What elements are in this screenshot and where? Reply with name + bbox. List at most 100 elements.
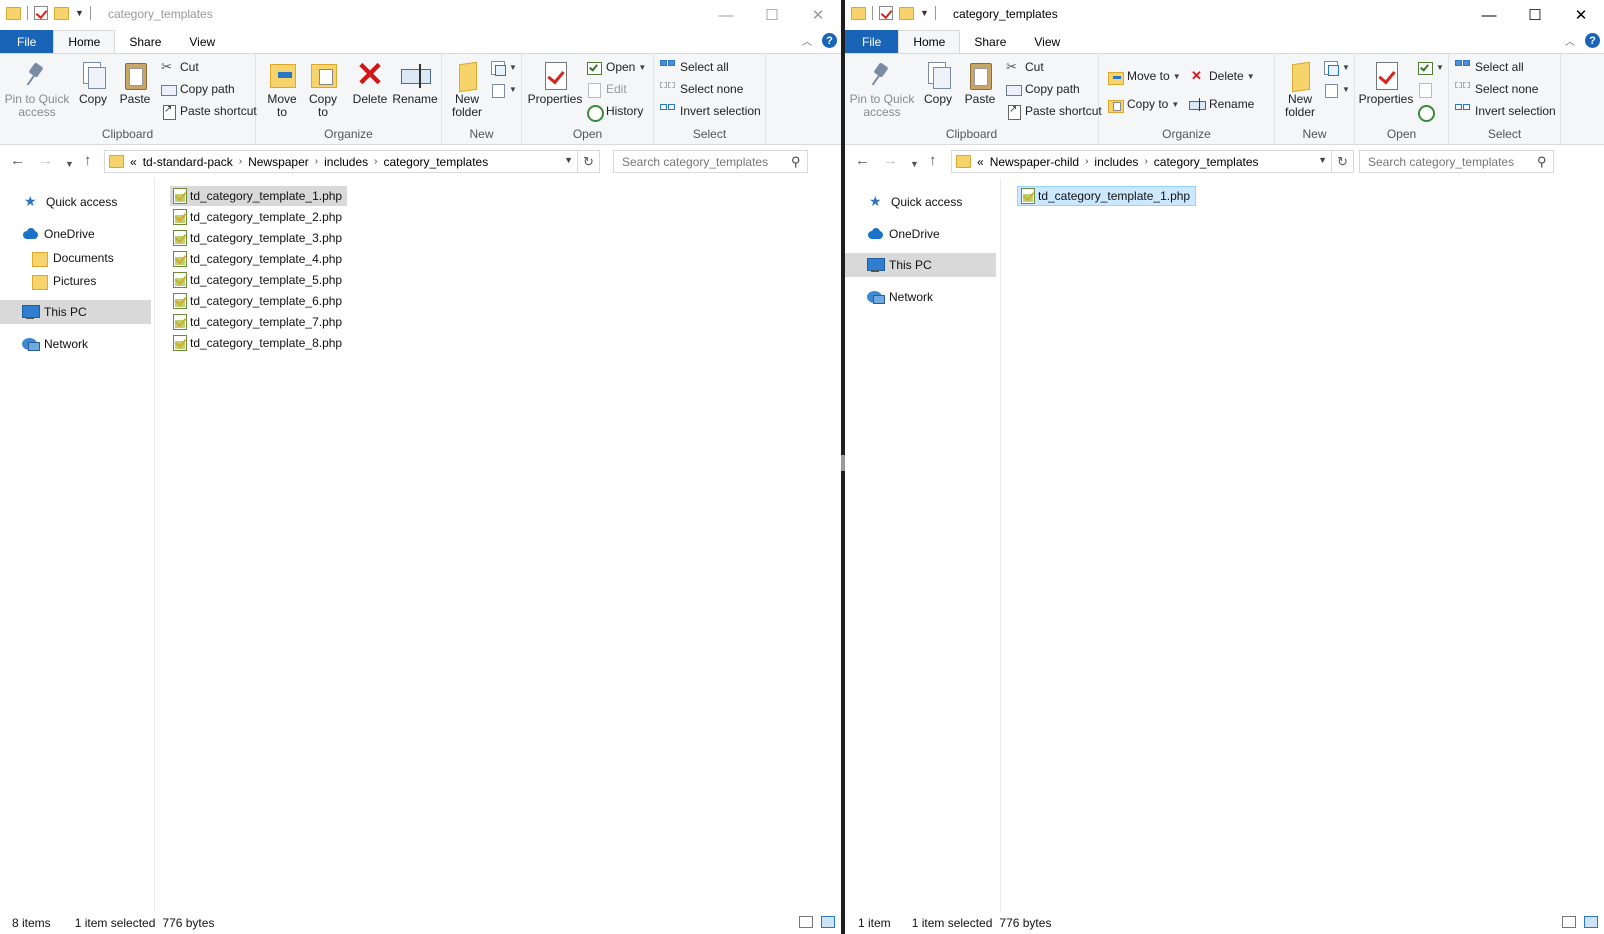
copy-button[interactable]: Copy xyxy=(74,60,112,106)
file-item[interactable]: td_category_template_6.php xyxy=(170,291,347,311)
tab-view[interactable]: View xyxy=(1020,30,1074,53)
invert-selection-button[interactable]: Invert selection xyxy=(660,101,761,121)
new-folder-icon[interactable] xyxy=(899,6,914,20)
search-input[interactable]: Search category_templates ⚲ xyxy=(613,150,808,173)
chevron-right-icon[interactable]: › xyxy=(1085,156,1088,167)
nav-item-documents[interactable]: Documents xyxy=(0,246,154,270)
tab-share[interactable]: Share xyxy=(115,30,175,53)
cut-button[interactable]: Cut xyxy=(1005,57,1044,77)
edit-button[interactable]: Edit xyxy=(586,79,627,99)
properties-button[interactable]: Properties xyxy=(526,60,584,106)
properties-check-icon[interactable] xyxy=(34,6,48,20)
file-item[interactable]: td_category_template_5.php xyxy=(170,270,347,290)
recent-locations-icon[interactable]: ▼ xyxy=(65,156,74,172)
help-icon[interactable]: ? xyxy=(822,33,837,48)
recent-locations-icon[interactable]: ▼ xyxy=(910,156,919,172)
select-all-button[interactable]: Select all xyxy=(1455,57,1524,77)
nav-item-quick-access[interactable]: Quick access xyxy=(0,190,154,214)
history-button[interactable]: History xyxy=(586,101,643,122)
up-button[interactable]: ↑ xyxy=(929,153,937,169)
tab-home[interactable]: Home xyxy=(53,30,116,53)
file-item[interactable]: td_category_template_7.php xyxy=(170,312,347,332)
maximize-button[interactable]: ☐ xyxy=(749,0,795,30)
refresh-button[interactable]: ↻ xyxy=(1331,151,1353,172)
back-button[interactable]: ← xyxy=(855,153,870,169)
select-none-button[interactable]: Select none xyxy=(1455,79,1538,99)
breadcrumb-includes[interactable]: includes xyxy=(324,155,368,169)
help-icon[interactable]: ? xyxy=(1585,33,1600,48)
chevron-right-icon[interactable]: › xyxy=(315,156,318,167)
nav-item-this-pc[interactable]: This PC xyxy=(845,253,996,277)
chevron-right-icon[interactable]: › xyxy=(1144,156,1147,167)
nav-item-network[interactable]: Network xyxy=(845,285,1000,309)
tab-file[interactable]: File xyxy=(0,30,54,53)
select-all-button[interactable]: Select all xyxy=(660,57,729,77)
customize-toolbar-dropdown-icon[interactable]: ▼ xyxy=(75,8,84,18)
up-button[interactable]: ↑ xyxy=(84,153,92,169)
breadcrumb-td-standard-pack[interactable]: td-standard-pack xyxy=(143,155,233,169)
breadcrumb-overflow[interactable]: « xyxy=(977,155,984,169)
minimize-button[interactable]: — xyxy=(703,0,749,30)
file-item[interactable]: td_category_template_3.php xyxy=(170,228,347,248)
chevron-right-icon[interactable]: › xyxy=(374,156,377,167)
nav-item-pictures[interactable]: Pictures xyxy=(0,269,154,293)
new-folder-icon[interactable] xyxy=(54,6,69,20)
new-folder-button[interactable]: New folder xyxy=(1281,60,1319,119)
breadcrumb-newspaper[interactable]: Newspaper xyxy=(248,155,309,169)
refresh-button[interactable]: ↻ xyxy=(577,151,599,172)
paste-shortcut-button[interactable]: Paste shortcut xyxy=(160,101,257,121)
tab-view[interactable]: View xyxy=(175,30,229,53)
file-item[interactable]: td_category_template_2.php xyxy=(170,207,347,227)
cut-button[interactable]: Cut xyxy=(160,57,199,77)
move-to-button[interactable]: Move to xyxy=(262,60,302,119)
edit-button[interactable] xyxy=(1417,79,1433,99)
collapse-ribbon-icon[interactable]: ︿ xyxy=(1565,33,1575,48)
move-to-button[interactable]: Move to ▼ xyxy=(1107,66,1181,86)
file-item[interactable]: td_category_template_4.php xyxy=(170,249,347,269)
large-icons-view-icon[interactable] xyxy=(821,916,835,928)
minimize-button[interactable]: — xyxy=(1466,0,1512,30)
breadcrumb-category-templates[interactable]: category_templates xyxy=(1154,155,1259,169)
invert-selection-button[interactable]: Invert selection xyxy=(1455,101,1556,121)
select-none-button[interactable]: Select none xyxy=(660,79,743,99)
pin-to-quick-access-button[interactable]: Pin to Quick access xyxy=(849,60,915,119)
pin-to-quick-access-button[interactable]: Pin to Quick access xyxy=(4,60,70,119)
address-bar[interactable]: « td-standard-pack › Newspaper › include… xyxy=(104,150,600,173)
forward-button[interactable]: → xyxy=(883,153,898,169)
copy-path-button[interactable]: Copy path xyxy=(1005,79,1080,99)
copy-to-button[interactable]: Copy to xyxy=(303,60,343,119)
easy-access-button[interactable]: ▼ xyxy=(490,79,517,99)
chevron-right-icon[interactable]: › xyxy=(239,156,242,167)
address-history-dropdown-icon[interactable]: ▼ xyxy=(1318,155,1327,165)
nav-item-quick-access[interactable]: Quick access xyxy=(845,190,1000,214)
delete-button[interactable]: ✕ Delete xyxy=(350,58,390,106)
rename-button[interactable]: Rename xyxy=(1189,94,1254,114)
properties-button[interactable]: Properties xyxy=(1357,60,1415,106)
nav-item-network[interactable]: Network xyxy=(0,332,154,356)
tab-share[interactable]: Share xyxy=(960,30,1020,53)
properties-check-icon[interactable] xyxy=(879,6,893,20)
new-folder-button[interactable]: New folder xyxy=(448,60,486,119)
open-button[interactable]: ▼ xyxy=(1417,57,1444,77)
tab-home[interactable]: Home xyxy=(898,30,961,53)
new-item-button[interactable]: ▼ xyxy=(490,57,517,77)
breadcrumb-newspaper-child[interactable]: Newspaper-child xyxy=(990,155,1079,169)
history-button[interactable] xyxy=(1417,101,1435,122)
forward-button[interactable]: → xyxy=(38,153,53,169)
breadcrumb-overflow[interactable]: « xyxy=(130,155,137,169)
breadcrumb-includes[interactable]: includes xyxy=(1094,155,1138,169)
file-item[interactable]: td_category_template_1.php xyxy=(1017,186,1197,206)
copy-button[interactable]: Copy xyxy=(919,60,957,106)
back-button[interactable]: ← xyxy=(10,153,25,169)
file-item[interactable]: td_category_template_1.php xyxy=(170,186,348,206)
new-item-button[interactable]: ▼ xyxy=(1323,57,1350,77)
details-view-icon[interactable] xyxy=(799,916,813,928)
paste-shortcut-button[interactable]: Paste shortcut xyxy=(1005,101,1102,121)
easy-access-button[interactable]: ▼ xyxy=(1323,79,1350,99)
collapse-ribbon-icon[interactable]: ︿ xyxy=(802,33,812,48)
close-button[interactable]: ✕ xyxy=(1558,0,1604,30)
details-view-icon[interactable] xyxy=(1562,916,1576,928)
rename-button[interactable]: Rename xyxy=(392,60,438,106)
nav-item-this-pc[interactable]: This PC xyxy=(0,300,151,324)
delete-button[interactable]: Delete▼ xyxy=(1189,66,1255,86)
